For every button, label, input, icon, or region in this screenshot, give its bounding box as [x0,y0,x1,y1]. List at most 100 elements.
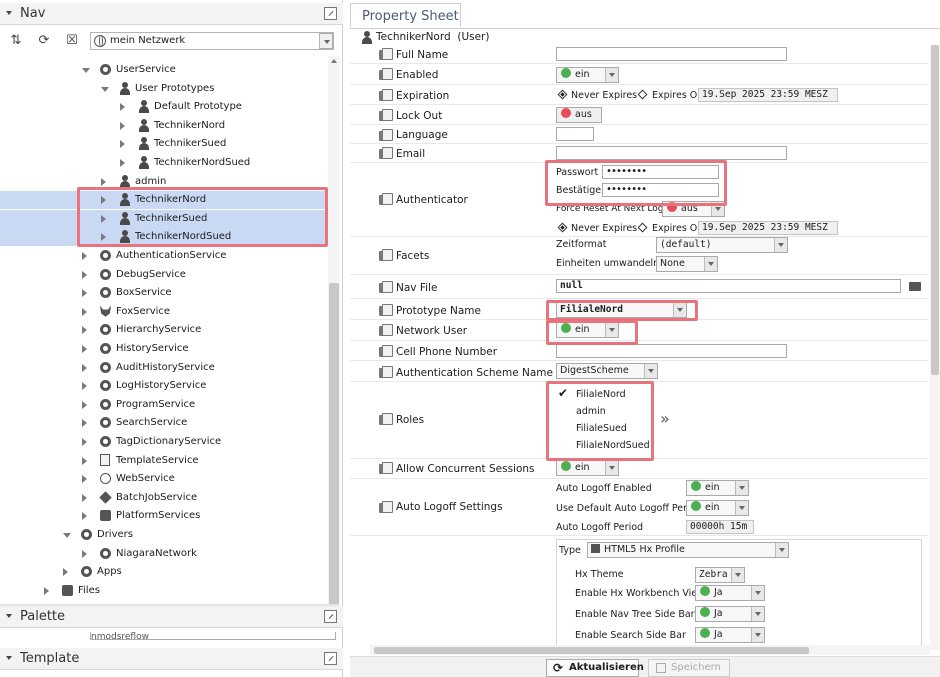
chevron-right-icon[interactable] [44,586,49,595]
never-expires-radio[interactable] [557,89,568,100]
tree-item[interactable]: Files [0,582,328,600]
scrollbar-thumb[interactable] [931,45,939,375]
tree-item[interactable]: TechnikerNord [0,191,328,210]
never-expires-radio[interactable] [557,222,568,233]
tree-item[interactable]: TechnikerNordSued [0,228,328,247]
chevron-right-icon[interactable] [82,475,87,484]
chevron-right-icon[interactable] [101,196,106,205]
property-sheet-hscrollbar[interactable] [370,645,930,655]
property-sheet-scrollbar[interactable] [930,45,940,650]
chevron-right-icon[interactable] [101,177,106,186]
expires-on-radio[interactable] [637,222,648,233]
tree-item[interactable]: BoxService [0,284,328,302]
tree-item[interactable]: ProgramService [0,396,328,414]
workbench-views-select[interactable]: Ja [695,585,765,601]
einheiten-select[interactable]: None [656,256,718,272]
palette-select[interactable]: nmodsreflow [90,632,336,640]
collapse-icon[interactable] [6,614,12,618]
chevron-right-icon[interactable] [82,289,87,298]
refresh-button[interactable]: ⟳ Aktualisieren [546,659,644,677]
tree-item[interactable]: AuditHistoryService [0,359,328,377]
concurrent-select[interactable]: ein [556,460,619,476]
auto-logoff-enabled-select[interactable]: ein [686,480,749,496]
tree-item[interactable]: TemplateService [0,452,328,470]
chevron-down-icon[interactable] [63,533,71,538]
tree-item[interactable]: TechnikerSued [0,209,328,228]
tree-item[interactable]: HierarchyService [0,321,328,339]
palette-pane-header[interactable]: Palette [0,606,343,628]
chevron-right-icon[interactable] [82,512,87,521]
tree-item[interactable]: FoxService [0,303,328,321]
type-select[interactable]: HTML5 Hx Profile [587,542,789,558]
network-select[interactable]: mein Netzwerk [90,32,334,50]
tree-item[interactable]: HistoryService [0,340,328,358]
chevron-right-icon[interactable] [120,121,125,130]
hx-theme-select[interactable]: Zebra [695,567,745,583]
language-field[interactable] [556,127,594,141]
nav-tree-sidebar-select[interactable]: Ja [695,606,765,622]
tree-item[interactable]: TechnikerSued [0,135,328,153]
chevron-right-icon[interactable] [82,549,87,558]
scrollbar-thumb[interactable] [329,283,339,605]
scrollbar-thumb[interactable] [374,647,809,654]
period-field[interactable]: 00000h 15m [686,520,754,534]
chevron-right-icon[interactable] [101,233,106,242]
chevron-right-icon[interactable] [120,103,125,112]
collapse-icon[interactable] [6,11,12,15]
tree-item[interactable]: LogHistoryService [0,377,328,395]
tree-item[interactable]: AuthenticationService [0,247,328,265]
roles-list[interactable]: ✔ FilialeNord admin FilialeSued FilialeNordS… [556,386,650,456]
tree-item[interactable]: BatchJobService [0,489,328,507]
sort-icon[interactable]: ⇅ [8,33,24,49]
force-reset-select[interactable]: aus [662,201,725,217]
tree-item[interactable]: TagDictionaryService [0,433,328,451]
chevron-right-icon[interactable] [82,252,87,260]
tree-item[interactable]: Drivers [0,526,328,544]
tree-item[interactable]: Apps [0,563,328,581]
chevron-right-icon[interactable] [82,400,87,409]
chevron-right-icon[interactable] [82,363,87,372]
chevron-right-icon[interactable] [101,214,106,223]
confirm-field[interactable]: •••••••• [602,183,719,197]
prototype-name-select[interactable]: FilialeNord [556,302,687,318]
tree-item[interactable]: WebService [0,470,328,488]
enabled-select[interactable]: ein [556,67,619,83]
chevron-down-icon[interactable] [82,68,90,73]
chevron-right-icon[interactable] [82,456,87,465]
nav-file-field[interactable]: null [556,279,901,293]
tree-item[interactable]: NiagaraNetwork [0,545,328,563]
maximize-icon[interactable] [324,7,337,20]
full-name-field[interactable] [556,47,787,61]
chevron-right-icon[interactable] [63,568,68,577]
chevron-right-icon[interactable] [82,382,87,391]
tree-item[interactable]: Default Prototype [0,98,328,116]
email-field[interactable] [556,146,787,160]
refresh-icon[interactable]: ⟳ [36,33,52,49]
tree-item[interactable]: admin [0,173,328,191]
save-button[interactable]: Speichern [648,659,730,677]
tree-item[interactable]: SearchService [0,414,328,432]
nav-pane-header[interactable]: Nav [0,3,343,25]
folder-icon[interactable] [909,282,921,291]
tree-item[interactable]: UserService [0,61,328,79]
expires-on-radio[interactable] [637,89,648,100]
search-sidebar-select[interactable]: Ja [695,627,765,643]
tree-item[interactable]: TechnikerNordSued [0,154,328,172]
zeitformat-select[interactable]: (default) [656,237,788,253]
lock-out-value[interactable]: aus [556,107,602,123]
password-expiration-field[interactable]: 19.Sep 2025 23:59 MESZ [698,221,838,235]
double-chevron-right-icon[interactable]: » [660,409,670,428]
chevron-right-icon[interactable] [82,419,87,428]
collapse-icon[interactable] [6,656,12,660]
nav-tree-scrollbar[interactable] [328,56,340,605]
chevron-down-icon[interactable] [101,86,109,92]
chevron-right-icon[interactable] [82,493,87,502]
chevron-right-icon[interactable] [82,438,87,446]
chevron-right-icon[interactable] [120,140,125,149]
tree-item[interactable]: PlatformServices [0,507,328,525]
chevron-right-icon[interactable] [120,159,125,167]
expiration-date-field[interactable]: 19.Sep 2025 23:59 MESZ [698,88,838,102]
chevron-right-icon[interactable] [82,270,87,279]
tree-item[interactable]: User Prototypes [0,80,328,98]
maximize-icon[interactable] [324,610,337,623]
